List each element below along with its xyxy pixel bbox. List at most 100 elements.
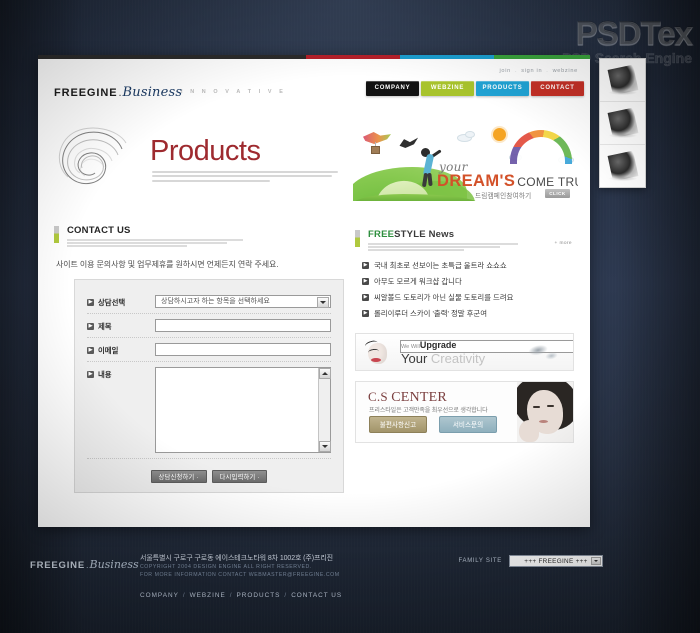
service-inquiry-button[interactable]: 서비스문의 xyxy=(439,415,497,433)
contact-section-heading: CONTACT US xyxy=(54,225,344,247)
utility-nav: join. sign in. webzine xyxy=(497,68,580,74)
bullet-icon: ▶ xyxy=(87,322,94,330)
nav-tab-company[interactable]: COMPANY xyxy=(366,81,419,96)
dream-campaign-banner[interactable]: your DREAM'SCOME TRUE 드림캠페인참여하기 CLICK xyxy=(353,122,578,201)
list-item[interactable]: ▶ 국내 최초로 선보이는 초특급 울트라 쇼쇼쇼 xyxy=(355,258,574,274)
promo-bold-text: Upgrade xyxy=(419,339,457,350)
footer-copyright: COPYRIGHT 2004 DESIGN ENGINE ALL RIGHT R… xyxy=(140,564,340,580)
news-list: ▶ 국내 최초로 선보이는 초특급 울트라 쇼쇼쇼 ▶ 아무도 모르게 워크샵 갑니… xyxy=(355,258,574,322)
swirl-graphic xyxy=(58,127,127,185)
list-item[interactable]: ▶ 씨알볼드 도토리가 아닌 실물 도토리를 드려요 xyxy=(355,290,574,306)
website-mockup: FREEGINE.Business I N N O V A T I V E jo… xyxy=(38,55,590,527)
cs-title-big: CENTER xyxy=(391,389,447,405)
family-site-dropdown[interactable]: +++ FREEGINE +++ xyxy=(509,555,603,567)
cs-center-title: C.S CENTER xyxy=(368,389,447,406)
nav-tab-contact[interactable]: CONTACT xyxy=(531,81,584,96)
list-item[interactable]: ▶ 롤리이루더 스카이 '출력' 정말 후군여 xyxy=(355,306,574,322)
label-subject-text: 제목 xyxy=(98,321,112,331)
nav-tab-products[interactable]: PRODUCTS xyxy=(476,81,529,96)
contact-form: ▶ 상담선택 상담하시고자 하는 항목을 선택하세요 ▶ 제목 ▶ 이메일 ▶ … xyxy=(74,278,344,493)
chevron-down-icon[interactable] xyxy=(317,296,329,308)
label-consult-text: 상담선택 xyxy=(98,297,126,307)
heading-tick-icon xyxy=(355,230,360,247)
news-item-text: 아무도 모르게 워크샵 갑니다 xyxy=(374,277,462,287)
cs-center-buttons: 불편사항신고 서비스문의 xyxy=(369,415,497,433)
left-column: CONTACT US 사이트 이용 문의사항 및 업무제휴를 원하시면 언제든지… xyxy=(54,225,344,493)
consult-select[interactable]: 상담하시고자 하는 항목을 선택하세요 xyxy=(155,294,331,308)
cs-center-subtitle: 프리스타일은 고객만족을 최우선으로 생각합니다 xyxy=(369,407,488,414)
label-email: ▶ 이메일 xyxy=(87,343,155,356)
form-row-content: ▶ 내용 xyxy=(87,362,331,459)
label-email-text: 이메일 xyxy=(98,345,119,355)
report-complaint-button[interactable]: 불편사항신고 xyxy=(369,415,427,433)
form-row-email: ▶ 이메일 xyxy=(87,338,331,362)
hero-row: Products your DREAM'S COME TR 드림캠페인참여하기 … xyxy=(38,113,590,225)
upgrade-creativity-banner[interactable]: We WillUpgrade Your Creativity xyxy=(355,332,574,371)
footer-nav-contact-us[interactable]: CONTACT US xyxy=(291,592,342,599)
control-consult: 상담하시고자 하는 항목을 선택하세요 xyxy=(155,294,331,308)
form-row-subject: ▶ 제목 xyxy=(87,314,331,338)
footer-nav-products[interactable]: PRODUCTS xyxy=(237,592,281,599)
bullet-icon: ▶ xyxy=(87,298,94,306)
textarea-scrollbar[interactable] xyxy=(318,367,331,452)
subject-input[interactable] xyxy=(155,318,331,332)
main-content: CONTACT US 사이트 이용 문의사항 및 업무제휴를 원하시면 언제든지… xyxy=(38,225,590,493)
bullet-icon: ▶ xyxy=(87,370,94,378)
list-item[interactable]: ▶ 아무도 모르게 워크샵 갑니다 xyxy=(355,274,574,290)
footer-address: 서울특별시 구로구 구로동 에이스테크노타워 8차 1002호 (주)프리진 xyxy=(140,555,333,562)
footer-logo[interactable]: FREEGINE.Business xyxy=(30,555,139,573)
customer-service-photo xyxy=(517,381,573,442)
footer-nav-sep-1: / xyxy=(182,592,186,599)
util-link-signin[interactable]: sign in xyxy=(521,68,542,74)
footer-nav-webzine[interactable]: WEBZINE xyxy=(190,592,226,599)
heading-placeholder-lines xyxy=(368,243,574,251)
footer-logo-script: Business xyxy=(89,558,139,571)
form-row-consult: ▶ 상담선택 상담하시고자 하는 항목을 선택하세요 xyxy=(87,290,331,314)
news-section-heading: FREESTYLE News xyxy=(355,229,574,251)
news-item-text: 씨알볼드 도토리가 아닌 실물 도토리를 드려요 xyxy=(374,293,514,303)
bullet-icon: ▶ xyxy=(362,278,369,286)
copyright-line-1: COPYRIGHT 2004 DESIGN ENGINE ALL RIGHT R… xyxy=(140,564,312,570)
scroll-up-icon[interactable] xyxy=(319,367,331,379)
email-input[interactable] xyxy=(155,342,331,356)
copyright-line-2: FOR MORE INFORMATION CONTACT WEBMASTER@F… xyxy=(140,571,340,578)
submit-inquiry-button[interactable]: 상담신청하기 · xyxy=(150,469,207,483)
product-thumb-1[interactable] xyxy=(600,59,645,102)
promo-creativity-text: Creativity xyxy=(430,350,486,366)
site-logo[interactable]: FREEGINE.Business xyxy=(54,83,182,101)
woman-face-icon xyxy=(364,339,391,367)
banner-headline-rest: COME TRUE xyxy=(517,175,578,189)
util-link-join[interactable]: join xyxy=(499,68,511,74)
footer-logo-main: FREEGINE xyxy=(30,560,85,571)
promo-your-text: Your xyxy=(401,350,428,366)
page-title: Products xyxy=(150,135,261,167)
main-navigation: COMPANY WEBZINE PRODUCTS CONTACT xyxy=(366,81,584,96)
nav-tab-webzine[interactable]: WEBZINE xyxy=(421,81,474,96)
heading-tick-icon xyxy=(54,226,59,243)
promo-small-text: We Will xyxy=(401,343,420,350)
news-title: FREESTYLE News xyxy=(368,229,574,240)
right-column: FREESTYLE News + more ▶ 국내 최초로 선보이는 초특급 울… xyxy=(355,225,574,493)
banner-korean-line: 드림캠페인참여하기 xyxy=(475,193,532,200)
consult-select-value: 상담하시고자 하는 항목을 선택하세요 xyxy=(161,298,270,306)
logo-main-text: FREEGINE xyxy=(54,87,118,99)
sun-icon xyxy=(493,128,506,141)
scroll-down-icon[interactable] xyxy=(319,440,331,452)
bullet-icon: ▶ xyxy=(362,294,369,302)
banner-click-button[interactable]: CLICK xyxy=(545,189,570,198)
reset-form-button[interactable]: 다시입력하기 · xyxy=(211,469,268,483)
news-more-link[interactable]: + more xyxy=(555,241,572,246)
product-thumb-3[interactable] xyxy=(600,145,645,187)
footer-nav-company[interactable]: COMPANY xyxy=(140,592,179,599)
label-content-text: 내용 xyxy=(98,369,112,379)
content-textarea[interactable] xyxy=(155,366,331,453)
cs-center-section: C.S CENTER 프리스타일은 고객만족을 최우선으로 생각합니다 불편사항… xyxy=(355,380,574,443)
control-content xyxy=(155,366,331,453)
product-thumb-2[interactable] xyxy=(600,102,645,145)
footer-nav-sep-2: / xyxy=(229,592,233,599)
util-link-webzine[interactable]: webzine xyxy=(553,68,578,74)
chevron-down-icon[interactable] xyxy=(591,557,601,565)
logo-tagline: I N N O V A T I V E xyxy=(181,89,286,95)
contact-us-title: CONTACT US xyxy=(67,225,131,236)
news-item-text: 국내 최초로 선보이는 초특급 울트라 쇼쇼쇼 xyxy=(374,261,507,271)
